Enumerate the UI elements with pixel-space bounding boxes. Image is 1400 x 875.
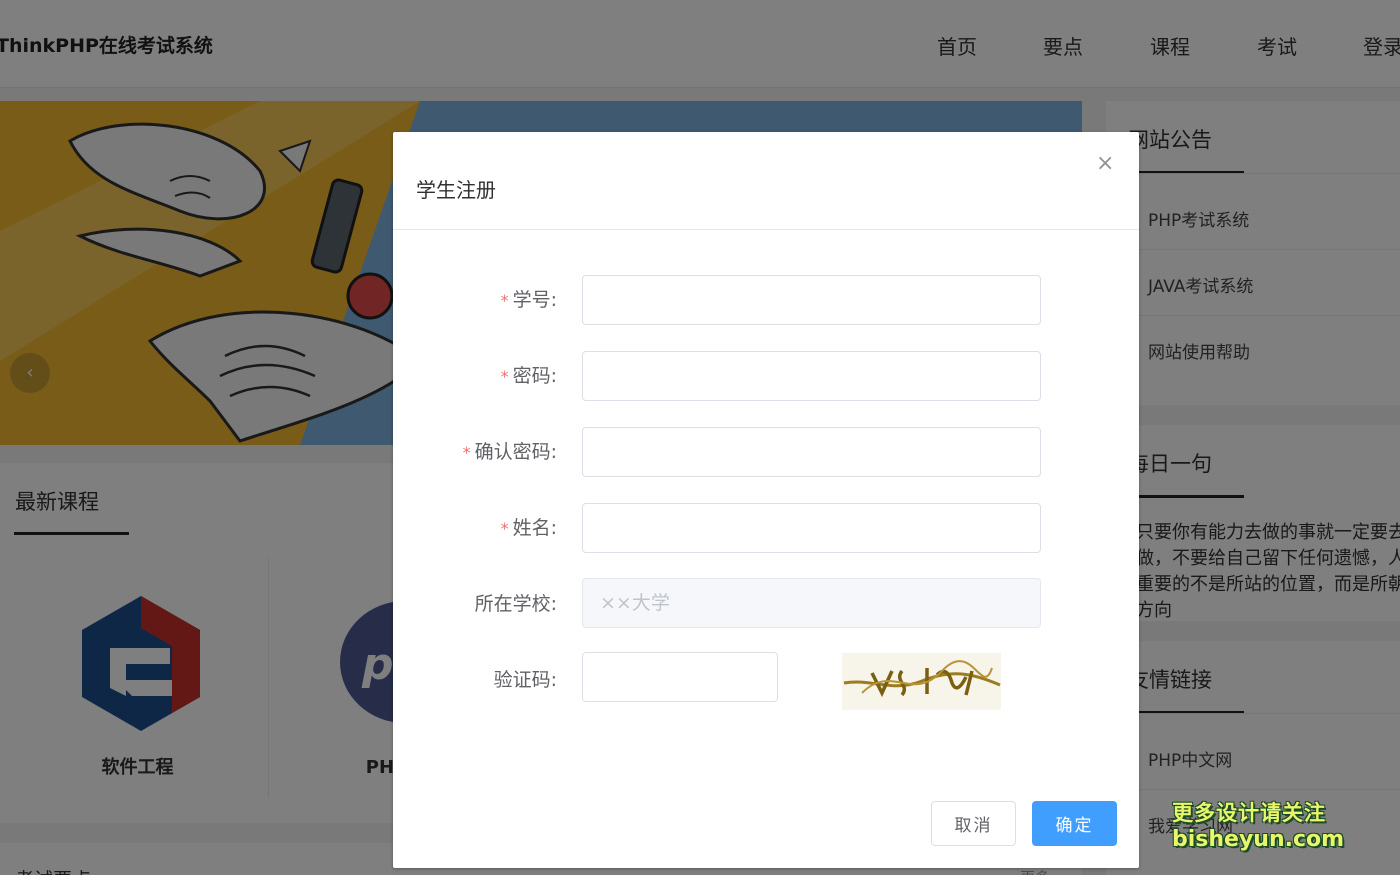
required-mark: * xyxy=(500,367,509,386)
confirm-password-input[interactable] xyxy=(582,427,1041,477)
captcha-label: 验证码: xyxy=(493,669,557,691)
watermark-line: 更多设计请关注 xyxy=(1172,801,1326,825)
confirm-button[interactable]: 确定 xyxy=(1032,801,1117,846)
dialog-divider xyxy=(393,229,1139,230)
dialog-title: 学生注册 xyxy=(416,178,496,202)
required-mark: * xyxy=(500,291,509,310)
register-dialog: 学生注册 × *学号: *密码: *确认密码: *姓名: 所在学校: 验证码: … xyxy=(393,132,1139,868)
student-id-input[interactable] xyxy=(582,275,1041,325)
password-label: * 密码: xyxy=(500,365,557,387)
required-mark: * xyxy=(500,519,509,538)
captcha-image[interactable] xyxy=(842,653,1001,710)
confirm-password-label: * 确认密码: xyxy=(462,441,557,463)
captcha-graphic xyxy=(843,660,1001,698)
watermark-line: bisheyun.com xyxy=(1172,827,1345,852)
name-input[interactable] xyxy=(582,503,1041,553)
school-input xyxy=(582,578,1041,628)
captcha-input[interactable] xyxy=(582,652,778,702)
student-id-label: * 学号: xyxy=(500,289,557,311)
cancel-button[interactable]: 取消 xyxy=(931,801,1016,846)
required-mark: * xyxy=(462,443,471,462)
watermark: 更多设计请关注 bisheyun.com xyxy=(1172,797,1344,852)
password-input[interactable] xyxy=(582,351,1041,401)
name-label: * 姓名: xyxy=(500,517,557,539)
close-icon[interactable]: × xyxy=(1096,152,1114,176)
school-label: 所在学校: xyxy=(474,593,557,615)
